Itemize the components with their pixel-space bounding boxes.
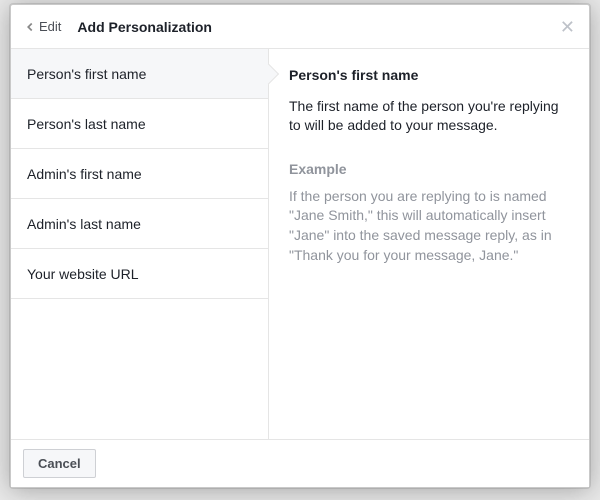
- list-item-admin-last-name[interactable]: Admin's last name: [11, 199, 268, 249]
- detail-title: Person's first name: [289, 67, 569, 83]
- list-item-person-last-name[interactable]: Person's last name: [11, 99, 268, 149]
- list-item-label: Person's last name: [27, 116, 146, 132]
- back-button[interactable]: Edit: [23, 15, 67, 38]
- personalization-list: Person's first name Person's last name A…: [11, 49, 269, 439]
- modal-header: Edit Add Personalization ✕: [11, 5, 589, 49]
- list-item-admin-first-name[interactable]: Admin's first name: [11, 149, 268, 199]
- close-button[interactable]: ✕: [556, 14, 579, 40]
- chevron-left-icon: [23, 20, 37, 34]
- list-item-label: Admin's first name: [27, 166, 142, 182]
- modal-body: Person's first name Person's last name A…: [11, 49, 589, 439]
- list-item-person-first-name[interactable]: Person's first name: [11, 49, 268, 99]
- detail-description: The first name of the person you're repl…: [289, 97, 569, 135]
- list-item-label: Person's first name: [27, 66, 146, 82]
- example-text: If the person you are replying to is nam…: [289, 187, 569, 265]
- list-item-label: Your website URL: [27, 266, 139, 282]
- modal-footer: Cancel: [11, 439, 589, 487]
- close-icon: ✕: [560, 17, 575, 37]
- list-item-website-url[interactable]: Your website URL: [11, 249, 268, 299]
- back-label: Edit: [39, 19, 61, 34]
- modal-title: Add Personalization: [77, 19, 212, 35]
- personalization-modal: Edit Add Personalization ✕ Person's firs…: [10, 4, 590, 488]
- example-label: Example: [289, 161, 569, 177]
- cancel-button[interactable]: Cancel: [23, 449, 96, 478]
- list-item-label: Admin's last name: [27, 216, 141, 232]
- detail-panel: Person's first name The first name of th…: [269, 49, 589, 439]
